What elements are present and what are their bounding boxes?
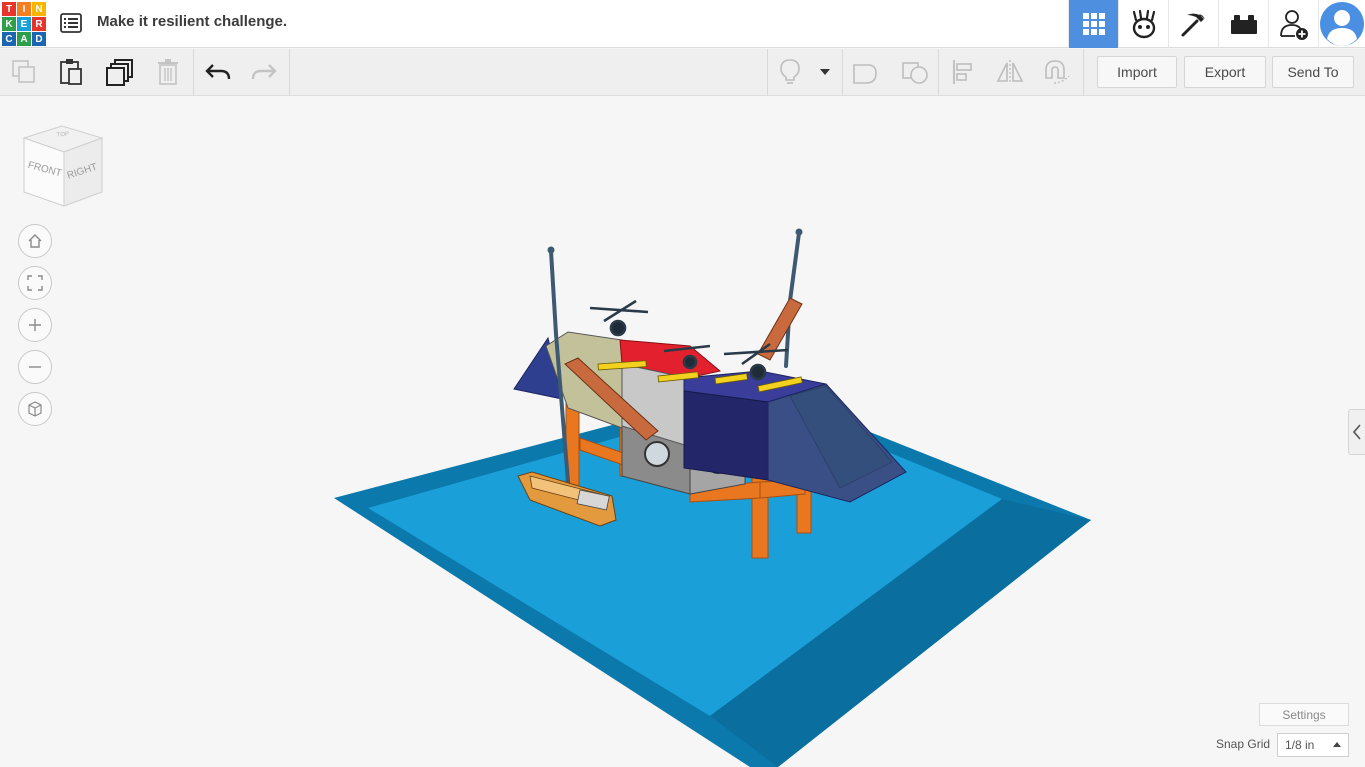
- brick-icon: [1230, 15, 1257, 34]
- user-profile-button[interactable]: [1318, 0, 1365, 48]
- toolbar-divider: [767, 49, 768, 96]
- add-user-icon: [1279, 10, 1308, 40]
- snap-grid-value: 1/8 in: [1285, 738, 1315, 752]
- sim-lab-button[interactable]: [1118, 0, 1168, 48]
- chevron-up-icon: [1333, 742, 1341, 747]
- notes-dropdown-button[interactable]: [810, 55, 840, 89]
- duplicate-button[interactable]: [102, 55, 138, 89]
- logo-letter: A: [17, 32, 31, 46]
- redo-icon: [251, 64, 277, 80]
- avatar-icon: [1320, 2, 1364, 46]
- settings-button[interactable]: Settings: [1259, 703, 1349, 726]
- logo-letter: R: [32, 17, 46, 31]
- copy-icon: [12, 60, 35, 83]
- chevron-down-icon: [820, 69, 830, 75]
- align-icon: [953, 60, 972, 84]
- ungroup-icon: [902, 62, 928, 84]
- 3d-scene[interactable]: [0, 96, 1365, 767]
- delete-button[interactable]: [150, 55, 186, 89]
- logo-letter: I: [17, 2, 31, 16]
- top-bar: TIN KER CAD Make it resilient challenge.: [0, 0, 1365, 48]
- 3d-view-button[interactable]: [1068, 0, 1118, 48]
- snap-grid-select[interactable]: 1/8 in: [1277, 733, 1349, 757]
- toolbar-divider: [1083, 49, 1084, 96]
- mirror-icon: [996, 60, 1024, 84]
- paste-icon: [60, 59, 82, 85]
- logo-letter: D: [32, 32, 46, 46]
- edit-toolbar: Import Export Send To: [0, 49, 1365, 96]
- logo-letter: K: [2, 17, 16, 31]
- design-list-button[interactable]: [58, 10, 84, 36]
- export-button[interactable]: Export: [1184, 56, 1266, 88]
- logo-letter: N: [32, 2, 46, 16]
- logo-letter: C: [2, 32, 16, 46]
- tinkercad-editor: TIN KER CAD Make it resilient challenge. I…: [0, 0, 1365, 767]
- logo-letter: T: [2, 2, 16, 16]
- mirror-button[interactable]: [992, 55, 1028, 89]
- duplicate-icon: [106, 59, 133, 86]
- paste-button[interactable]: [53, 55, 89, 89]
- trash-icon: [158, 59, 178, 85]
- send-to-button[interactable]: Send To: [1272, 56, 1354, 88]
- pickaxe-icon: [1181, 13, 1205, 37]
- collapse-panel-handle[interactable]: [1348, 409, 1365, 455]
- ungroup-button[interactable]: [897, 55, 933, 89]
- import-button[interactable]: Import: [1097, 56, 1177, 88]
- toolbar-divider: [842, 49, 843, 96]
- toolbar-divider: [289, 49, 290, 96]
- invite-users-button[interactable]: [1268, 0, 1318, 48]
- creature-icon: [1132, 9, 1155, 39]
- snap-grid-label: Snap Grid: [1216, 737, 1271, 751]
- cruise-button[interactable]: [1039, 55, 1075, 89]
- bricks-button[interactable]: [1218, 0, 1268, 48]
- tinkercad-logo[interactable]: TIN KER CAD: [2, 2, 46, 46]
- toolbar-divider: [193, 49, 194, 96]
- logo-letter: E: [17, 17, 31, 31]
- notes-button[interactable]: [772, 55, 808, 89]
- list-icon: [60, 13, 82, 33]
- redo-button[interactable]: [246, 55, 282, 89]
- copy-button[interactable]: [6, 55, 42, 89]
- grid-icon: [1082, 13, 1105, 35]
- design-title[interactable]: Make it resilient challenge.: [97, 13, 287, 30]
- top-right-nav: [1068, 0, 1365, 48]
- lightbulb-icon: [780, 59, 800, 84]
- toolbar-divider: [938, 49, 939, 96]
- chevron-left-icon: [1353, 424, 1361, 440]
- magnet-icon: [1045, 60, 1070, 84]
- align-button[interactable]: [945, 55, 981, 89]
- group-icon: [853, 64, 877, 84]
- undo-icon: [205, 64, 231, 80]
- undo-button[interactable]: [200, 55, 236, 89]
- codeblocks-button[interactable]: [1168, 0, 1218, 48]
- central-module-front: [683, 390, 769, 481]
- workplane-viewport[interactable]: TOP FRONT RIGHT Settings Snap Grid 1/8 i…: [0, 96, 1365, 767]
- group-button[interactable]: [848, 55, 884, 89]
